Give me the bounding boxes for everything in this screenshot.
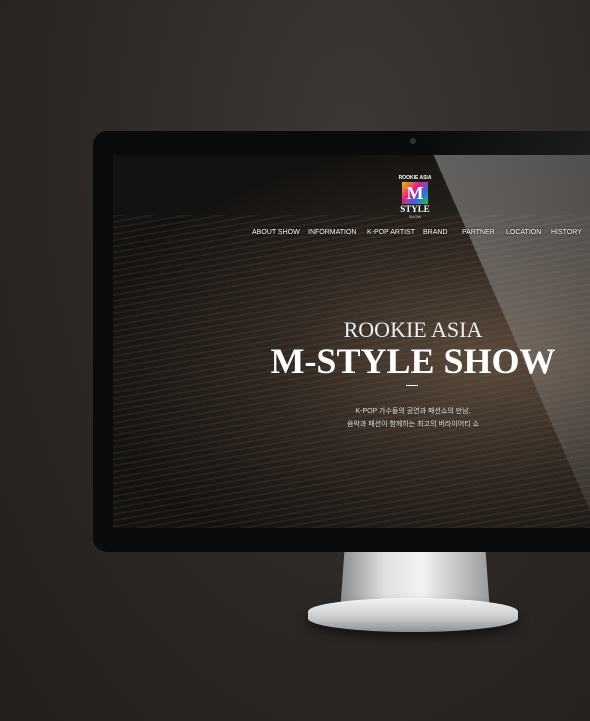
monitor: ROOKIE ASIA M STYLE SHOW ABOUT SHOW INFO… — [93, 131, 590, 552]
site-logo[interactable]: ROOKIE ASIA M STYLE SHOW — [395, 175, 435, 219]
nav-kpop-artist[interactable]: K-POP ARTIST — [367, 228, 415, 238]
hero-subtitle: K-POP 가수들의 공연과 패션쇼의 만남, 음악과 패션이 함께하는 최고의… — [113, 405, 590, 431]
camera-icon — [410, 138, 416, 144]
divider — [406, 385, 418, 386]
website-screen: ROOKIE ASIA M STYLE SHOW ABOUT SHOW INFO… — [113, 155, 590, 528]
monitor-stand-base — [308, 598, 518, 632]
hero-line-1: K-POP 가수들의 공연과 패션쇼의 만남, — [355, 408, 471, 415]
nav-location[interactable]: LOCATION — [506, 228, 541, 238]
logo-top-text: ROOKIE ASIA — [398, 175, 432, 181]
logo-show: SHOW — [408, 214, 422, 219]
nav-history[interactable]: HISTORY — [551, 228, 582, 238]
hero-line-2: 음악과 패션이 함께하는 최고의 버라이어티 쇼 — [346, 421, 480, 428]
main-nav: ABOUT SHOW INFORMATION K-POP ARTIST BRAN… — [113, 228, 590, 240]
nav-about-show[interactable]: ABOUT SHOW — [252, 228, 300, 238]
logo-mark: M — [402, 182, 428, 204]
logo-style: STYLE — [400, 204, 430, 214]
nav-brand[interactable]: BRAND — [423, 228, 448, 238]
nav-partner[interactable]: PARTNER — [462, 228, 495, 238]
nav-information[interactable]: INFORMATION — [308, 228, 356, 238]
hero-title-large: M-STYLE SHOW — [270, 341, 556, 381]
